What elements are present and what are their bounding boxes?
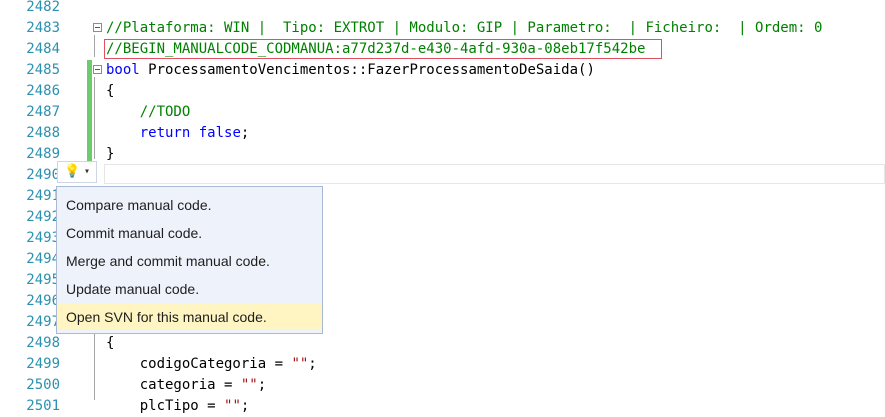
code-open-brace-2: { xyxy=(106,335,115,351)
line-number: 2496 xyxy=(26,293,60,309)
line-number: 2497 xyxy=(26,314,60,330)
variable-assignment: codigoCategoria = xyxy=(106,356,292,372)
fold-toggle-icon[interactable] xyxy=(93,65,102,74)
string-literal: "" xyxy=(240,377,258,393)
chevron-down-icon: ▾ xyxy=(84,166,91,177)
code-header-comment: //Plataforma: WIN | Tipo: EXTROT | Modul… xyxy=(106,20,823,36)
menu-item-merge-and-commit[interactable]: Merge and commit manual code. xyxy=(58,248,321,274)
variable-assignment: plcTipo = xyxy=(106,398,225,414)
code-return-statement: return false; xyxy=(106,123,250,144)
variable-assignment: categoria = xyxy=(106,377,241,393)
keyword-return: return xyxy=(106,125,191,141)
keyword-false: false xyxy=(190,125,241,141)
code-todo-comment: //TODO xyxy=(106,104,191,120)
current-line-highlight xyxy=(104,164,885,184)
line-number: 2493 xyxy=(26,230,60,246)
line-number: 2482 xyxy=(26,0,60,15)
keyword-bool: bool xyxy=(106,62,140,78)
semicolon: ; xyxy=(240,398,250,414)
semicolon: ; xyxy=(240,125,250,141)
line-number: 2492 xyxy=(26,209,60,225)
quick-actions-menu: Compare manual code. Commit manual code.… xyxy=(56,186,323,334)
function-name: ProcessamentoVencimentos::FazerProcessam… xyxy=(139,62,595,78)
code-function-signature: bool ProcessamentoVencimentos::FazerProc… xyxy=(106,60,595,81)
code-begin-marker: //BEGIN_MANUALCODE_CODMANUA:a77d237d-e43… xyxy=(106,41,646,57)
menu-item-compare-manual-code[interactable]: Compare manual code. xyxy=(58,192,321,218)
menu-item-open-svn[interactable]: Open SVN for this manual code. xyxy=(58,304,321,330)
semicolon: ; xyxy=(308,356,317,372)
code-open-brace: { xyxy=(106,83,115,99)
semicolon: ; xyxy=(257,377,267,393)
line-number: 2494 xyxy=(26,251,60,267)
fold-toggle-icon[interactable] xyxy=(93,23,102,32)
line-number: 2491 xyxy=(26,188,60,204)
menu-item-update-manual-code[interactable]: Update manual code. xyxy=(58,276,321,302)
menu-item-commit-manual-code[interactable]: Commit manual code. xyxy=(58,220,321,246)
code-close-brace: } xyxy=(106,146,115,162)
lightbulb-icon: 💡 xyxy=(64,164,81,179)
code-assignment-codigo-categoria: codigoCategoria = ""; xyxy=(106,354,317,375)
quick-actions-button[interactable]: 💡 ▾ xyxy=(57,161,97,183)
string-literal: "" xyxy=(224,398,241,414)
line-number: 2495 xyxy=(26,272,60,288)
code-assignment-categoria: categoria = ""; xyxy=(106,375,266,396)
code-assignment-plc-tipo: plcTipo = ""; xyxy=(106,396,250,417)
string-literal: "" xyxy=(291,356,309,372)
